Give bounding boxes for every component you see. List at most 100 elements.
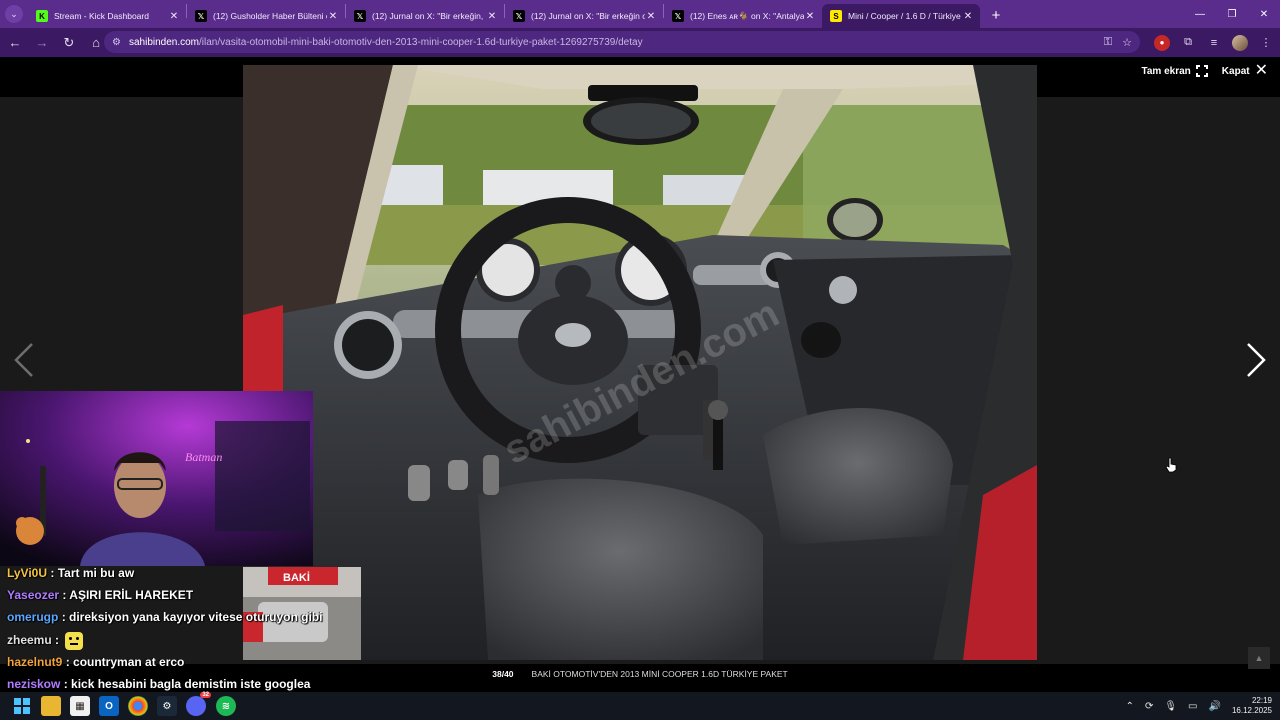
browser-menu-icon[interactable]: ⋮ xyxy=(1258,35,1274,51)
previous-photo-arrow[interactable] xyxy=(12,340,36,380)
minimize-button[interactable]: — xyxy=(1184,0,1216,28)
tab-title: Mini / Cooper / 1.6 D / Türkiye xyxy=(848,11,961,21)
chat-text: : AŞIRI ERİL HAREKET xyxy=(62,588,194,602)
browser-tab[interactable]: K Stream - Kick Dashboard ✕ xyxy=(28,4,186,28)
ms-store-icon[interactable]: ▦ xyxy=(70,696,90,716)
close-tab-icon[interactable]: ✕ xyxy=(804,11,816,22)
outlook-icon[interactable]: O xyxy=(99,696,119,716)
chat-username: omerugp xyxy=(7,610,59,624)
clock-date: 16.12.2025 xyxy=(1231,706,1272,715)
browser-tab[interactable]: 𝕏 (12) Jurnal on X: "Bir erkeğin, k ✕ xyxy=(346,4,504,28)
file-explorer-icon[interactable] xyxy=(41,696,61,716)
scroll-top-button[interactable]: ▲ xyxy=(1248,647,1270,669)
hand-cursor-icon xyxy=(1165,457,1177,473)
chat-username: hazelnut9 xyxy=(7,655,63,669)
profile-avatar[interactable] xyxy=(1232,34,1248,51)
steam-icon[interactable]: ⚙ xyxy=(157,696,177,716)
spotify-icon[interactable]: ≋ xyxy=(216,696,236,716)
chat-text: : direksiyon yana kayıyor vitese oturuyo… xyxy=(61,610,323,624)
chat-username: zheemu xyxy=(7,633,52,648)
next-photo-arrow[interactable] xyxy=(1244,340,1268,380)
browser-toolbar: ← → ↻ ⌂ ⚙ sahibinden.com/ilan/vasita-oto… xyxy=(0,28,1280,57)
chat-username: Yaseozer xyxy=(7,588,60,602)
reload-button[interactable]: ↻ xyxy=(57,31,81,55)
x-icon: 𝕏 xyxy=(513,10,525,22)
chat-text: : xyxy=(55,633,60,648)
windows-start-icon[interactable] xyxy=(12,696,32,716)
browser-tab[interactable]: 𝕏 (12) Enes ᴀʀ🐐 on X: "Antalyaspo✕ xyxy=(664,4,822,28)
close-label: Kapat xyxy=(1221,65,1250,77)
chat-message: omerugp : direksiyon yana kayıyor vitese… xyxy=(7,610,322,624)
tab-search-button[interactable]: ⌄ xyxy=(0,0,28,28)
chat-message: hazelnut9 : countryman at erco xyxy=(7,655,184,669)
x-icon: 𝕏 xyxy=(354,10,366,22)
browser-tab[interactable]: 𝕏 (12) Gusholder Haber Bülteni on ✕ xyxy=(187,4,345,28)
browser-tab-bar: ⌄ K Stream - Kick Dashboard ✕ 𝕏 (12) Gushold… xyxy=(0,0,1280,28)
close-lightbox-button[interactable]: Kapat ✕ xyxy=(1221,62,1268,79)
chat-message: zheemu : xyxy=(7,632,84,650)
stream-chat-overlay: LyVi0U : Tart mi bu aw Yaseozer : AŞIRI E… xyxy=(0,566,360,694)
tray-sync-icon[interactable]: ⟳ xyxy=(1145,701,1153,712)
close-icon: ✕ xyxy=(1254,62,1268,79)
tray-microphone-icon[interactable]: 🎙 xyxy=(1164,701,1177,712)
discord-icon[interactable]: 32 xyxy=(186,692,211,716)
extension-red-icon[interactable]: ● xyxy=(1154,34,1170,51)
sahibinden-icon: S xyxy=(830,10,842,22)
url-host: sahibinden.com xyxy=(128,36,200,48)
tab-title: Stream - Kick Dashboard xyxy=(54,11,149,21)
chat-message: neziskow : kick hesabini bagla demistim … xyxy=(7,677,310,691)
neon-sign: Batman xyxy=(185,450,222,464)
close-tab-icon[interactable]: ✕ xyxy=(168,11,180,22)
chat-username: neziskow xyxy=(7,677,61,691)
forward-button[interactable]: → xyxy=(30,31,54,55)
restore-button[interactable]: ❐ xyxy=(1216,0,1248,28)
site-info-icon[interactable]: ⚙ xyxy=(112,37,121,48)
tab-title: (12) Gusholder Haber Bülteni on xyxy=(213,11,327,21)
browser-tab[interactable]: 𝕏 (12) Jurnal on X: "Bir erkeğin ot ✕ xyxy=(505,4,663,28)
chat-message: Yaseozer : AŞIRI ERİL HAREKET xyxy=(7,588,193,602)
kick-icon: K xyxy=(36,10,48,22)
close-tab-icon[interactable]: ✕ xyxy=(486,11,498,22)
fullscreen-label: Tam ekran xyxy=(1141,65,1191,77)
system-tray: ⌃ ⟳ 🎙 ▭ 🔊 22:19 16.12.2025 xyxy=(1126,692,1272,720)
chat-text: : Tart mi bu aw xyxy=(50,566,135,580)
chat-text: : countryman at erco xyxy=(65,655,185,669)
close-tab-icon[interactable]: ✕ xyxy=(645,11,657,22)
x-icon: 𝕏 xyxy=(195,10,207,22)
chat-emote-icon xyxy=(65,632,84,650)
listing-title: BAKİ OTOMOTİV'DEN 2013 MİNİ COOPER 1.6D … xyxy=(531,669,788,679)
new-tab-button[interactable]: + xyxy=(984,3,1008,27)
windows-taskbar: ▦ O ⚙ 32 ≋ ⌃ ⟳ 🎙 ▭ 🔊 22:19 16.12.2025 xyxy=(0,692,1280,720)
discord-badge: 32 xyxy=(200,692,211,698)
close-window-button[interactable]: ✕ xyxy=(1248,0,1280,28)
tray-volume-icon[interactable]: 🔊 xyxy=(1209,701,1221,712)
chat-username: LyVi0U xyxy=(7,566,48,580)
back-button[interactable]: ← xyxy=(3,31,27,55)
address-bar[interactable]: ⚙ sahibinden.com/ilan/vasita-otomobil-mi… xyxy=(104,31,1140,53)
chevron-down-icon: ⌄ xyxy=(5,5,23,23)
close-tab-icon[interactable]: ✕ xyxy=(962,11,974,22)
tab-title: (12) Enes ᴀʀ🐐 on X: "Antalyaspo xyxy=(690,10,804,21)
tab-title: (12) Jurnal on X: "Bir erkeğin ot xyxy=(531,11,645,21)
password-key-icon[interactable]: ⚿ xyxy=(1104,36,1112,49)
streamer-webcam: Batman xyxy=(0,391,313,566)
taskbar-clock[interactable]: 22:19 16.12.2025 xyxy=(1232,696,1272,716)
close-tab-icon[interactable]: ✕ xyxy=(327,11,339,22)
fullscreen-icon xyxy=(1195,65,1208,77)
window-controls: — ❐ ✕ xyxy=(1184,0,1280,28)
clock-time: 22:19 xyxy=(1251,696,1272,705)
fullscreen-button[interactable]: Tam ekran xyxy=(1142,65,1208,77)
car-interior-photo: sahibinden.com xyxy=(243,65,1037,660)
browser-tab[interactable]: S Mini / Cooper / 1.6 D / Türkiye ✕ xyxy=(822,4,980,28)
extensions-puzzle-icon[interactable]: ⧉ xyxy=(1180,35,1196,51)
tray-network-icon[interactable]: ▭ xyxy=(1188,701,1197,712)
url-path: /ilan/vasita-otomobil-mini-baki-otomotiv… xyxy=(199,36,643,48)
chrome-icon[interactable] xyxy=(128,696,148,716)
bookmark-star-icon[interactable]: ☆ xyxy=(1122,36,1132,49)
tray-chevron-up-icon[interactable]: ⌃ xyxy=(1126,701,1134,712)
tab-title: (12) Jurnal on X: "Bir erkeğin, k xyxy=(372,11,486,21)
media-queue-icon[interactable]: ≡ xyxy=(1206,35,1222,51)
x-icon: 𝕏 xyxy=(672,10,684,22)
chat-message: LyVi0U : Tart mi bu aw xyxy=(7,566,134,580)
chat-text: : kick hesabini bagla demistim iste goog… xyxy=(63,677,311,691)
